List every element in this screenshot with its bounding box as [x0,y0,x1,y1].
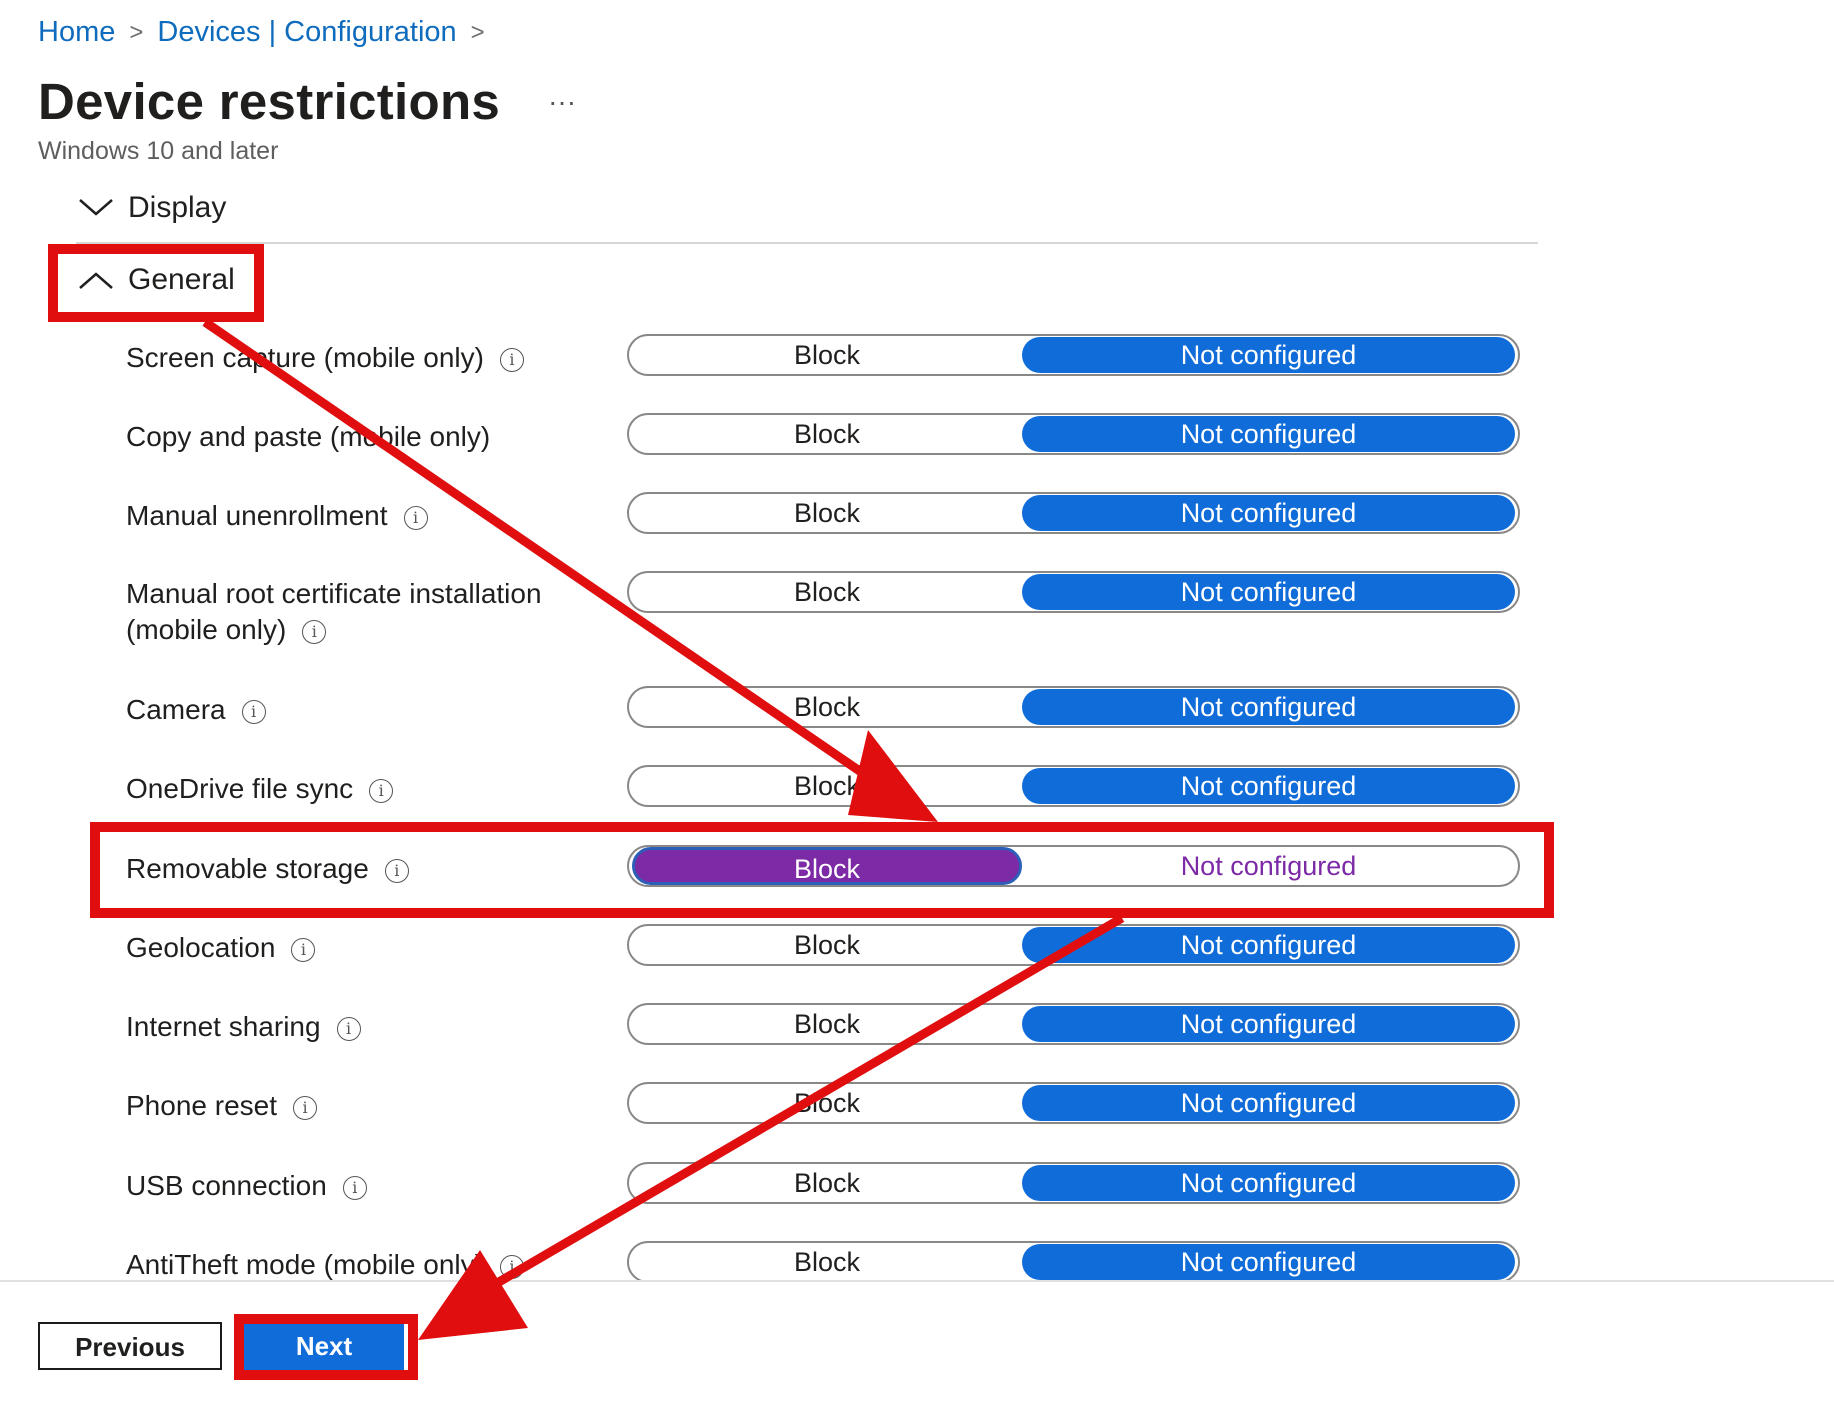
option-block[interactable]: Block [632,494,1022,532]
setting-label-geolocation: Geolocation i [126,930,316,966]
setting-label-phone-reset: Phone reset i [126,1088,317,1124]
setting-label-screen-capture: Screen capture (mobile only) i [126,340,524,376]
setting-label-internet-sharing: Internet sharing i [126,1009,361,1045]
option-block[interactable]: Block [632,1005,1022,1043]
info-icon[interactable]: i [291,937,316,962]
toggle-usb-connection[interactable]: Block Not configured [627,1162,1520,1204]
previous-button[interactable]: Previous [38,1322,222,1370]
option-block[interactable]: Block [632,1164,1022,1202]
highlight-removable-storage-box [90,822,1554,918]
chevron-right-icon: > [470,18,485,46]
info-icon[interactable]: i [403,505,428,530]
toggle-copy-paste[interactable]: Block Not configured [627,413,1520,455]
option-block[interactable]: Block [632,415,1022,453]
option-not-configured[interactable]: Not configured [1022,1165,1515,1201]
toggle-screen-capture[interactable]: Block Not configured [627,334,1520,376]
option-not-configured[interactable]: Not configured [1022,495,1515,531]
info-icon[interactable]: i [302,619,327,644]
info-icon[interactable]: i [342,1175,367,1200]
option-not-configured[interactable]: Not configured [1022,416,1515,452]
toggle-manual-root-cert[interactable]: Block Not configured [627,571,1520,613]
toggle-antitheft-mode[interactable]: Block Not configured [627,1241,1520,1283]
option-block[interactable]: Block [632,1084,1022,1122]
highlight-general-box [48,244,264,322]
info-icon[interactable]: i [241,699,266,724]
option-block[interactable]: Block [632,926,1022,964]
toggle-geolocation[interactable]: Block Not configured [627,924,1520,966]
setting-label-copy-paste: Copy and paste (mobile only) [126,421,491,452]
option-not-configured[interactable]: Not configured [1022,689,1515,725]
option-not-configured[interactable]: Not configured [1022,574,1515,610]
setting-label-manual-root-cert: Manual root certificate installation (mo… [126,578,542,645]
toggle-onedrive-sync[interactable]: Block Not configured [627,765,1520,807]
setting-label-camera: Camera i [126,692,266,728]
chevron-right-icon: > [129,18,144,46]
section-divider [76,242,1538,244]
option-not-configured[interactable]: Not configured [1022,768,1515,804]
setting-label-manual-unenrollment: Manual unenrollment i [126,498,428,534]
option-block[interactable]: Block [632,767,1022,805]
option-block[interactable]: Block [632,573,1022,611]
toggle-internet-sharing[interactable]: Block Not configured [627,1003,1520,1045]
highlight-next-box [234,1314,418,1380]
option-not-configured[interactable]: Not configured [1022,1085,1515,1121]
option-not-configured[interactable]: Not configured [1022,927,1515,963]
toggle-camera[interactable]: Block Not configured [627,686,1520,728]
option-block[interactable]: Block [632,336,1022,374]
info-icon[interactable]: i [336,1016,361,1041]
more-options-icon[interactable]: ··· [548,86,576,118]
info-icon[interactable]: i [369,778,394,803]
page-title: Device restrictions [38,73,501,130]
toggle-phone-reset[interactable]: Block Not configured [627,1082,1520,1124]
setting-label-onedrive-sync: OneDrive file sync i [126,771,394,807]
breadcrumb-home[interactable]: Home [38,16,115,49]
option-block[interactable]: Block [632,688,1022,726]
option-not-configured[interactable]: Not configured [1022,1006,1515,1042]
setting-label-usb-connection: USB connection i [126,1168,367,1204]
section-display-header[interactable]: Display [76,188,226,228]
info-icon[interactable]: i [293,1095,317,1120]
chevron-down-icon [79,199,113,216]
option-not-configured[interactable]: Not configured [1022,337,1515,373]
section-display-label: Display [128,191,227,224]
footer-divider [0,1280,1834,1282]
info-icon[interactable]: i [499,347,524,372]
breadcrumb: Home > Devices | Configuration > [38,16,485,49]
info-icon[interactable]: i [499,1254,524,1279]
page-subtitle: Windows 10 and later [38,137,279,165]
breadcrumb-devices-configuration[interactable]: Devices | Configuration [157,16,456,49]
option-not-configured[interactable]: Not configured [1022,1244,1515,1280]
toggle-manual-unenrollment[interactable]: Block Not configured [627,492,1520,534]
option-block[interactable]: Block [632,1243,1022,1281]
setting-label-antitheft-mode: AntiTheft mode (mobile only) i [126,1247,524,1283]
